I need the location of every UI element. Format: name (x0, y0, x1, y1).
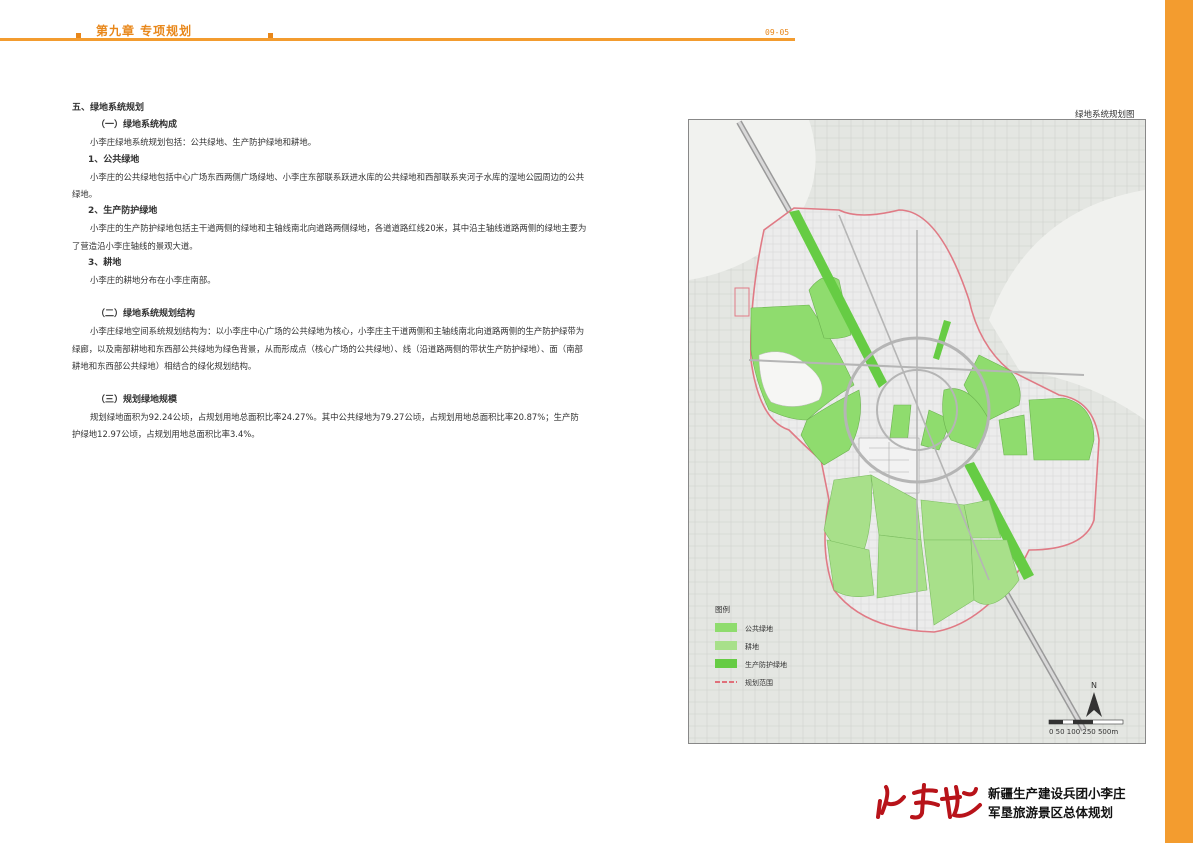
page-number: 09-05 (765, 28, 790, 37)
header-rule (0, 38, 795, 41)
green-space-plan-map: 图例 公共绿地 耕地 生产防护绿地 规划范围 N 0 50 100 250 50… (688, 119, 1146, 744)
org-line-1: 新疆生产建设兵团小李庄 (988, 786, 1126, 801)
organization-name: 新疆生产建设兵团小李庄 军垦旅游景区总体规划 (988, 784, 1126, 822)
section-title: 五、绿地系统规划 (72, 103, 145, 113)
item-2-title: 2、生产防护绿地 (88, 206, 158, 217)
item-1-title: 1、公共绿地 (88, 154, 140, 165)
side-accent-bar (1165, 0, 1193, 843)
subsection-1-intro: 小李庄绿地系统规划包括：公共绿地、生产防护绿地和耕地。 (90, 137, 317, 148)
subsection-2-title: （二）绿地系统规划结构 (96, 309, 196, 320)
scale-bar: 0 50 100 250 500m (1048, 719, 1124, 736)
legend-swatch-protection-green (715, 659, 737, 668)
map-graphic: 图例 公共绿地 耕地 生产防护绿地 规划范围 N 0 50 100 250 50… (689, 120, 1145, 743)
subsection-2-text: 小李庄绿地空间系统规划结构为：以小李庄中心广场的公共绿地为核心，小李庄主干道两侧… (72, 326, 585, 371)
legend-swatch-farmland (715, 641, 737, 650)
legend-swatch-public-green (715, 623, 737, 632)
org-line-2: 军垦旅游景区总体规划 (988, 805, 1114, 820)
subsection-1-title: （一）绿地系统构成 (96, 120, 178, 131)
subsection-3-title: （三）规划绿地规模 (96, 395, 178, 406)
item-2-text: 小李庄的生产防护绿地包括主干道两侧的绿地和主轴线南北向道路两侧绿地，各道道路红线… (72, 223, 587, 251)
svg-text:N: N (1091, 681, 1097, 690)
subsection-3-text: 规划绿地面积为92.24公顷，占规划用地总面积比率24.27%。其中公共绿地为7… (72, 412, 579, 440)
item-3-title: 3、耕地 (88, 257, 122, 268)
calligraphy-logo (876, 783, 982, 820)
svg-text:图例: 图例 (715, 604, 730, 614)
article-body: 五、绿地系统规划 （一）绿地系统构成 小李庄绿地系统规划包括：公共绿地、生产防护… (72, 100, 587, 444)
svg-text:0 50 100 250 500m: 0 50 100 250 500m (1049, 728, 1118, 736)
svg-text:公共绿地: 公共绿地 (745, 624, 773, 633)
chapter-title: 第九章 专项规划 (96, 24, 193, 38)
item-3-text: 小李庄的耕地分布在小李庄南部。 (90, 275, 216, 286)
svg-text:耕地: 耕地 (745, 642, 759, 651)
svg-text:规划范围: 规划范围 (745, 678, 773, 687)
item-1-text: 小李庄的公共绿地包括中心广场东西两侧广场绿地、小李庄东部联系跃进水库的公共绿地和… (72, 171, 585, 200)
svg-text:生产防护绿地: 生产防护绿地 (745, 660, 787, 669)
